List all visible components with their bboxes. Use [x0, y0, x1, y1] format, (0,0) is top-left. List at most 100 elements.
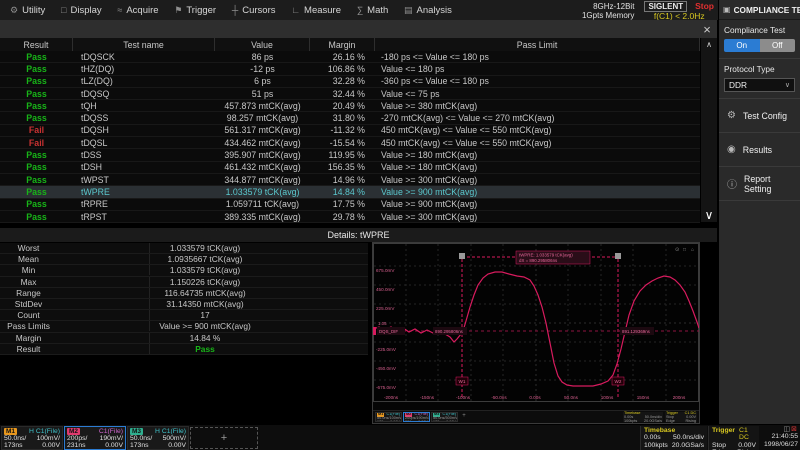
- margin-cell: 14.96 %: [310, 175, 375, 185]
- memory-label: 1Gpts Memory: [582, 11, 634, 20]
- cursor-w2-handle[interactable]: [615, 253, 621, 259]
- menu-item-math[interactable]: ∑Math: [357, 5, 389, 16]
- detail-label: Range: [0, 288, 150, 298]
- table-row[interactable]: PasstRPST389.335 mtCK(avg)29.78 %Value >…: [0, 211, 700, 223]
- trigger-block[interactable]: TriggerC1 DC Stop0.00V EdgeRising: [708, 426, 759, 450]
- limit-cell: Value >= 380 mtCK(avg): [375, 101, 700, 111]
- test-name-cell: tRPRE: [73, 199, 215, 209]
- flag-icon: ⚑: [174, 5, 182, 16]
- result-cell: Pass: [0, 76, 73, 86]
- result-cell: Pass: [0, 101, 73, 111]
- toggle-on-button[interactable]: On: [724, 39, 760, 52]
- detail-value: 1.150226 tCK(avg): [150, 277, 368, 287]
- sidebar-item-label: Results: [743, 145, 772, 155]
- table-row[interactable]: PasstLZ(DQ)6 ps32.28 %-360 ps <= Value <…: [0, 76, 700, 88]
- cursor-w1-handle[interactable]: [459, 253, 465, 259]
- table-row[interactable]: PasstQH457.873 mtCK(avg)20.49 %Value >= …: [0, 100, 700, 112]
- detail-value: 1.0935667 tCK(avg): [150, 254, 368, 264]
- tdiv-value: 200ps/: [67, 435, 87, 442]
- detail-value: 31.14350 mtCK(avg): [150, 299, 368, 309]
- menu-item-utility[interactable]: ⚙Utility: [10, 5, 45, 16]
- close-icon[interactable]: ×: [699, 20, 715, 38]
- table-row[interactable]: FailtDQSH561.317 mtCK(avg)-11.32 %450 mt…: [0, 125, 700, 137]
- value-cell: 344.877 mtCK(avg): [215, 175, 310, 185]
- m2-badge: M2: [67, 428, 80, 435]
- sidebar-item-report-setting[interactable]: ⓘReport Setting: [719, 167, 800, 201]
- test-name-cell: tDQSH: [73, 125, 215, 135]
- coupling-label: H: [155, 428, 160, 435]
- result-cell: Pass: [0, 52, 73, 62]
- limit-cell: Value <= 75 ps: [375, 89, 700, 99]
- table-row[interactable]: PasstDQSS98.257 mtCK(avg)31.80 %-270 mtC…: [0, 112, 700, 124]
- menu-item-trigger[interactable]: ⚑Trigger: [174, 5, 216, 16]
- x-tick: -50.0ns: [491, 395, 507, 400]
- vofs-value: 0.00V: [168, 442, 186, 449]
- limit-cell: Value >= 300 mtCK(avg): [375, 212, 700, 222]
- mini-add-icon: +: [459, 412, 469, 422]
- add-channel-button[interactable]: +: [190, 427, 258, 449]
- timebase-scale: 50.0ns/div: [673, 434, 704, 441]
- sidebar-item-test-config[interactable]: ⚙Test Config: [719, 99, 800, 133]
- plus-icon: +: [221, 432, 227, 444]
- vdiv-value: 190mV/: [100, 435, 123, 442]
- expand-icon[interactable]: □: [683, 247, 686, 253]
- value-cell: 51 ps: [215, 89, 310, 99]
- channel-box-m3[interactable]: M3H C1(File) 50.0ns/500mV/ 173ns0.00V: [127, 426, 189, 450]
- result-cell: Pass: [0, 175, 73, 185]
- header-value: Value: [215, 38, 310, 51]
- trigger-title: Trigger: [712, 427, 735, 442]
- x-tick: -150ns: [420, 395, 435, 400]
- scroll-up-icon[interactable]: ∧: [701, 38, 717, 50]
- x-tick: 0.00s: [529, 395, 541, 400]
- sidebar-item-results[interactable]: ◉Results: [719, 133, 800, 167]
- table-row[interactable]: PasstWPST344.877 mtCK(avg)14.96 %Value >…: [0, 174, 700, 186]
- menu-label: Analysis: [417, 5, 452, 16]
- limit-cell: Value >= 180 mtCK(avg): [375, 150, 700, 160]
- menu-items: ⚙Utility □Display ≈Acquire ⚑Trigger ┼Cur…: [0, 5, 452, 16]
- table-row[interactable]: PasstDSH461.432 mtCK(avg)156.35 %Value >…: [0, 162, 700, 174]
- acq-state-badge[interactable]: Stop: [695, 2, 714, 11]
- channel-box-m2[interactable]: M2C1(File) 200ps/190mV/ 231ns0.00V: [64, 426, 126, 450]
- menu-item-cursors[interactable]: ┼Cursors: [232, 5, 276, 16]
- gear-icon: ⚙: [727, 110, 736, 121]
- coupling-label: H: [29, 428, 34, 435]
- result-cell: Fail: [0, 138, 73, 148]
- y-tick: 450.0mV: [376, 287, 395, 292]
- value-cell: 1.059711 tCK(avg): [215, 199, 310, 209]
- margin-cell: 17.75 %: [310, 199, 375, 209]
- x-tick: 50.0ns: [564, 395, 578, 400]
- menu-item-acquire[interactable]: ≈Acquire: [117, 5, 158, 16]
- toggle-off-button[interactable]: Off: [760, 39, 796, 52]
- snapshot-icon[interactable]: ⊙: [675, 247, 679, 253]
- table-row-selected[interactable]: PasstWPRE1.033579 tCK(avg)14.84 %Value >…: [0, 186, 700, 198]
- display-icon: □: [61, 5, 66, 15]
- table-row[interactable]: PasstHZ(DQ)-12 ps106.86 %Value <= 180 ps: [0, 63, 700, 75]
- table-row[interactable]: PasstDSS395.907 mtCK(avg)119.95 %Value >…: [0, 149, 700, 161]
- channel-box-m1[interactable]: M1H C1(File) 50.0ns/100mV/ 173ns0.00V: [1, 426, 63, 450]
- value-cell: 389.335 mtCK(avg): [215, 212, 310, 222]
- mini-trigger: TriggerC1 DC Stop0.00V EdgeRising: [665, 412, 697, 422]
- table-row[interactable]: PasstDQSCK86 ps26.16 %-180 ps <= Value <…: [0, 51, 700, 63]
- x-tick: -200ns: [384, 395, 399, 400]
- y-tick: -225.0mV: [376, 347, 397, 352]
- test-name-cell: tWPST: [73, 175, 215, 185]
- table-scrollbar[interactable]: ∧ ∨: [701, 38, 717, 222]
- menu-item-measure[interactable]: ∟Measure: [291, 5, 341, 16]
- table-row[interactable]: PasstDQSQ51 ps32.44 %Value <= 75 ps: [0, 88, 700, 100]
- tdiv-value: 50.0ns/: [130, 435, 152, 442]
- home-icon[interactable]: ⌂: [691, 247, 694, 253]
- table-row[interactable]: FailtDQSL434.462 mtCK(avg)-15.54 %450 mt…: [0, 137, 700, 149]
- table-row[interactable]: PasstRPRE1.059711 tCK(avg)17.75 %Value >…: [0, 199, 700, 211]
- network-icon: ◫: [784, 426, 792, 433]
- menu-label: Measure: [304, 5, 341, 16]
- menu-item-display[interactable]: □Display: [61, 5, 102, 16]
- margin-cell: -11.32 %: [310, 125, 375, 135]
- timebase-block[interactable]: Timebase 0.00s50.0ns/div 100kpts20.0GSa/…: [640, 426, 707, 450]
- scroll-down-icon[interactable]: ∨: [701, 208, 717, 222]
- crosshair-icon: ┼: [232, 5, 238, 15]
- menu-label: Acquire: [126, 5, 158, 16]
- menu-item-analysis[interactable]: ▤Analysis: [404, 5, 452, 16]
- vofs-value: 0.00V: [42, 442, 60, 449]
- test-name-cell: tLZ(DQ): [73, 76, 215, 86]
- protocol-dropdown[interactable]: DDR ∨: [724, 78, 795, 92]
